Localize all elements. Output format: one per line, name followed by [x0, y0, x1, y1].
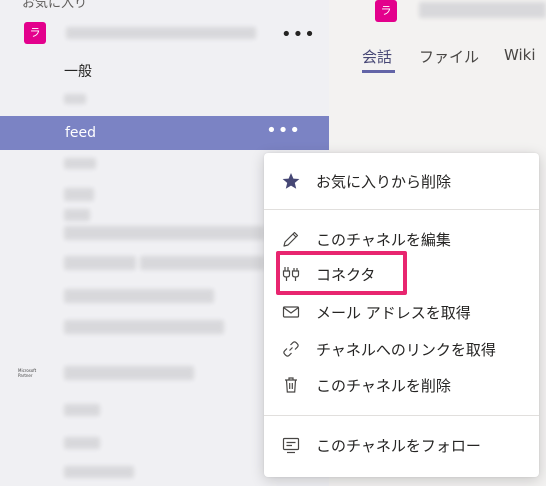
follow-channel-icon: [282, 437, 300, 454]
envelope-icon: [282, 306, 300, 318]
channel-redacted[interactable]: [64, 437, 100, 449]
microsoft-partner-logo: Microsoft Partner: [18, 368, 37, 378]
menu-divider: [264, 415, 539, 416]
channel-redacted[interactable]: [64, 226, 264, 240]
menu-item-delete-channel[interactable]: このチャネルを削除: [264, 367, 539, 403]
channel-redacted[interactable]: [64, 158, 96, 169]
pencil-icon: [283, 231, 299, 247]
team-name-redacted: [66, 27, 256, 39]
channel-header-avatar: ラ: [375, 0, 397, 22]
channel-redacted[interactable]: [64, 94, 86, 104]
menu-item-label: お気に入りから削除: [316, 173, 452, 191]
channel-redacted[interactable]: [64, 209, 90, 221]
menu-divider: [264, 209, 539, 210]
channel-general[interactable]: 一般: [64, 61, 92, 81]
menu-item-label: このチャネルを削除: [316, 377, 451, 395]
link-icon: [283, 341, 299, 357]
active-tab-indicator: [362, 70, 395, 73]
channel-feed-label: feed: [65, 125, 97, 141]
team-more-options-button[interactable]: •••: [281, 26, 316, 44]
menu-item-get-email[interactable]: メール アドレスを取得: [264, 294, 539, 330]
channel-redacted[interactable]: [64, 256, 136, 270]
team-name-redacted[interactable]: [64, 366, 194, 380]
menu-item-label: メール アドレスを取得: [316, 304, 471, 322]
menu-item-follow-channel[interactable]: このチャネルをフォロー: [264, 427, 539, 463]
menu-item-remove-favorite[interactable]: お気に入りから削除: [264, 163, 539, 199]
channel-redacted[interactable]: [64, 320, 224, 334]
star-icon: [282, 173, 300, 189]
channel-redacted[interactable]: [140, 256, 264, 270]
tab-wiki[interactable]: Wiki: [504, 46, 536, 64]
channel-context-menu: お気に入りから削除 このチャネルを編集 コネクタ メール アドレスを取得 チャネ…: [264, 153, 539, 477]
menu-item-label: このチャネルを編集: [316, 231, 451, 249]
channel-redacted[interactable]: [64, 289, 214, 303]
menu-item-label: チャネルへのリンクを取得: [316, 341, 496, 359]
team-avatar: ラ: [24, 22, 46, 44]
channel-redacted[interactable]: [64, 404, 100, 416]
annotation-highlight-box: [276, 251, 407, 295]
channel-title-redacted: [419, 2, 546, 18]
channel-redacted[interactable]: [64, 466, 134, 478]
tab-conversations[interactable]: 会話: [362, 46, 392, 67]
menu-item-label: このチャネルをフォロー: [316, 437, 481, 455]
tab-files[interactable]: ファイル: [419, 46, 479, 67]
menu-item-get-link[interactable]: チャネルへのリンクを取得: [264, 331, 539, 367]
channel-more-options-button[interactable]: •••: [266, 122, 301, 140]
trash-icon: [285, 377, 297, 393]
channel-feed-selected[interactable]: feed •••: [0, 116, 329, 150]
team-row[interactable]: ラ •••: [0, 0, 329, 44]
channel-redacted[interactable]: [64, 188, 94, 201]
